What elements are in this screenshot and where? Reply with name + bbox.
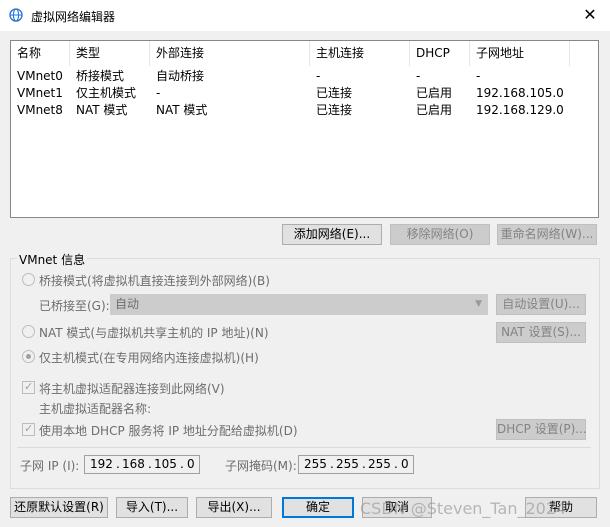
subnet-ip-label: 子网 IP (I): — [20, 459, 80, 473]
cell-name: VMnet0 — [17, 69, 63, 83]
mask-dot: . — [330, 457, 334, 471]
nat-radio[interactable] — [22, 325, 35, 338]
close-icon[interactable]: ✕ — [575, 3, 605, 27]
rename-network-button[interactable]: 重命名网络(W)... — [497, 224, 597, 245]
bridged-to-label: 已桥接至(G): — [39, 299, 110, 313]
ip-dot: . — [116, 457, 120, 471]
table-row[interactable]: VMnet8 NAT 模式 NAT 模式 已连接 已启用 192.168.129… — [11, 102, 598, 119]
column-header-dhcp[interactable]: DHCP — [410, 41, 470, 66]
column-header-subnet[interactable]: 子网地址 — [470, 41, 570, 66]
subnet-mask-field[interactable]: 255 . 255 . 255 . 0 — [298, 455, 414, 474]
dhcp-label: 使用本地 DHCP 服务将 IP 地址分配给虚拟机(D) — [39, 424, 298, 438]
cell-subnet: 192.168.129.0 — [476, 103, 564, 117]
cell-dhcp: 已启用 — [416, 103, 453, 117]
mask-octet: 255 — [304, 457, 327, 471]
connect-adapter-checkbox[interactable]: ✓ — [22, 380, 35, 394]
mask-octet: 0 — [401, 457, 409, 471]
globe-network-icon — [9, 8, 23, 22]
cell-type: NAT 模式 — [76, 103, 128, 117]
network-list[interactable]: 名称 类型 外部连接 主机连接 DHCP 子网地址 VMnet0 桥接模式 自动… — [10, 40, 599, 218]
nat-settings-button[interactable]: NAT 设置(S)... — [496, 322, 586, 343]
cell-type: 仅主机模式 — [76, 86, 137, 100]
hostonly-radio-label: 仅主机模式(在专用网络内连接虚拟机)(H) — [39, 351, 259, 365]
cell-host: - — [316, 69, 321, 83]
mask-octet: 255 — [368, 457, 391, 471]
import-button[interactable]: 导入(T)... — [116, 497, 188, 518]
mask-octet: 255 — [336, 457, 359, 471]
adapter-name-label: 主机虚拟适配器名称: — [39, 402, 152, 416]
cell-host: 已连接 — [316, 103, 353, 117]
ip-octet: 168 — [122, 457, 145, 471]
subnet-ip-field[interactable]: 192 . 168 . 105 . 0 — [84, 455, 200, 474]
ip-octet: 105 — [154, 457, 177, 471]
bridged-to-value: 自动 — [115, 297, 140, 311]
separator — [17, 447, 591, 448]
subnet-mask-label: 子网掩码(M): — [225, 459, 297, 473]
window-title: 虚拟网络编辑器 — [31, 10, 116, 24]
export-button[interactable]: 导出(X)... — [196, 497, 272, 518]
cell-external: - — [156, 86, 161, 100]
restore-defaults-button[interactable]: 还原默认设置(R) — [10, 497, 108, 518]
ip-dot: . — [180, 457, 184, 471]
remove-network-button[interactable]: 移除网络(O) — [390, 224, 490, 245]
bridged-to-select[interactable]: 自动 ▼ — [110, 294, 488, 315]
column-header-external[interactable]: 外部连接 — [150, 41, 310, 66]
cell-dhcp: - — [416, 69, 421, 83]
ip-octet: 192 — [90, 457, 113, 471]
mask-dot: . — [362, 457, 366, 471]
ip-dot: . — [148, 457, 152, 471]
column-header-type[interactable]: 类型 — [70, 41, 150, 66]
cell-dhcp: 已启用 — [416, 86, 453, 100]
bridged-radio-label: 桥接模式(将虚拟机直接连接到外部网络)(B) — [39, 274, 270, 288]
mask-dot: . — [394, 457, 398, 471]
title-bar: 虚拟网络编辑器 ✕ — [0, 0, 610, 31]
column-header-host[interactable]: 主机连接 — [310, 41, 410, 66]
bridged-radio[interactable] — [22, 273, 35, 286]
cell-subnet: 192.168.105.0 — [476, 86, 564, 100]
connect-adapter-label: 将主机虚拟适配器连接到此网络(V) — [39, 382, 225, 396]
list-header: 名称 类型 外部连接 主机连接 DHCP 子网地址 — [11, 41, 598, 66]
chevron-down-icon: ▼ — [475, 299, 482, 309]
cell-type: 桥接模式 — [76, 69, 125, 83]
ip-octet: 0 — [187, 457, 195, 471]
watermark-text: CSDN @Steven_Tan_2024 — [360, 499, 567, 518]
table-row[interactable]: VMnet1 仅主机模式 - 已连接 已启用 192.168.105.0 — [11, 85, 598, 102]
column-header-name[interactable]: 名称 — [11, 41, 70, 66]
dhcp-checkbox[interactable]: ✓ — [22, 422, 35, 436]
dhcp-settings-button[interactable]: DHCP 设置(P)... — [496, 419, 587, 440]
nat-radio-label: NAT 模式(与虚拟机共享主机的 IP 地址)(N) — [39, 326, 269, 340]
cell-name: VMnet1 — [17, 86, 63, 100]
cell-subnet: - — [476, 69, 481, 83]
cell-name: VMnet8 — [17, 103, 63, 117]
cell-external: NAT 模式 — [156, 103, 208, 117]
ok-button[interactable]: 确定 — [282, 497, 354, 518]
checkmark-icon: ✓ — [24, 422, 34, 435]
auto-settings-button[interactable]: 自动设置(U)... — [496, 294, 586, 315]
vmnet-info-label: VMnet 信息 — [17, 251, 88, 268]
checkmark-icon: ✓ — [24, 380, 34, 393]
hostonly-radio[interactable] — [22, 350, 35, 363]
cell-external: 自动桥接 — [156, 69, 205, 83]
table-row[interactable]: VMnet0 桥接模式 自动桥接 - - - — [11, 68, 598, 85]
cell-host: 已连接 — [316, 86, 353, 100]
add-network-button[interactable]: 添加网络(E)... — [282, 224, 382, 245]
